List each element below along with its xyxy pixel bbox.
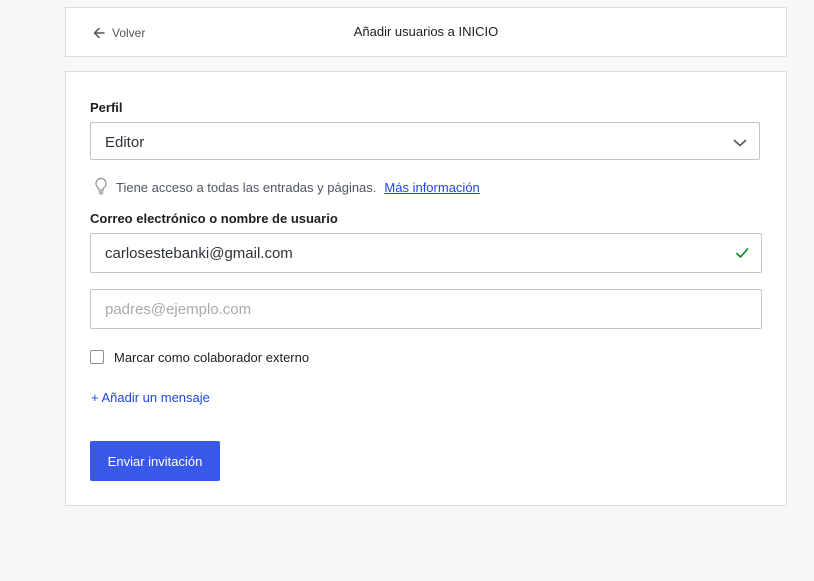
email-field-1[interactable]: carlosestebanki@gmail.com — [90, 233, 762, 273]
email-label: Correo electrónico o nombre de usuario — [90, 211, 338, 226]
email-field-value: carlosestebanki@gmail.com — [105, 245, 293, 262]
checkmark-icon — [735, 246, 749, 265]
profile-select-value: Editor — [105, 134, 145, 151]
chevron-down-icon — [733, 136, 747, 154]
external-collaborator-option[interactable]: Marcar como colaborador externo — [90, 348, 309, 366]
page-title: Añadir usuarios a INICIO — [353, 24, 499, 39]
profile-hint: Tiene acceso a todas las entradas y pági… — [94, 177, 480, 197]
send-invitation-button[interactable]: Enviar invitación — [90, 441, 220, 481]
lightbulb-icon — [94, 177, 108, 198]
profile-select[interactable]: Editor — [90, 122, 760, 160]
email-field-2[interactable]: padres@ejemplo.com — [90, 289, 762, 329]
invite-form: Perfil Editor Tiene acceso a todas las e… — [65, 71, 787, 506]
profile-label: Perfil — [90, 100, 123, 115]
email-field-placeholder: padres@ejemplo.com — [105, 301, 252, 318]
add-message-link[interactable]: + Añadir un mensaje — [91, 390, 210, 405]
external-collaborator-checkbox[interactable] — [90, 350, 104, 364]
more-info-link[interactable]: Más información — [384, 180, 479, 195]
hint-text: Tiene acceso a todas las entradas y pági… — [116, 179, 377, 195]
page-header: Volver Añadir usuarios a INICIO — [65, 7, 787, 57]
external-collaborator-label: Marcar como colaborador externo — [114, 349, 310, 365]
